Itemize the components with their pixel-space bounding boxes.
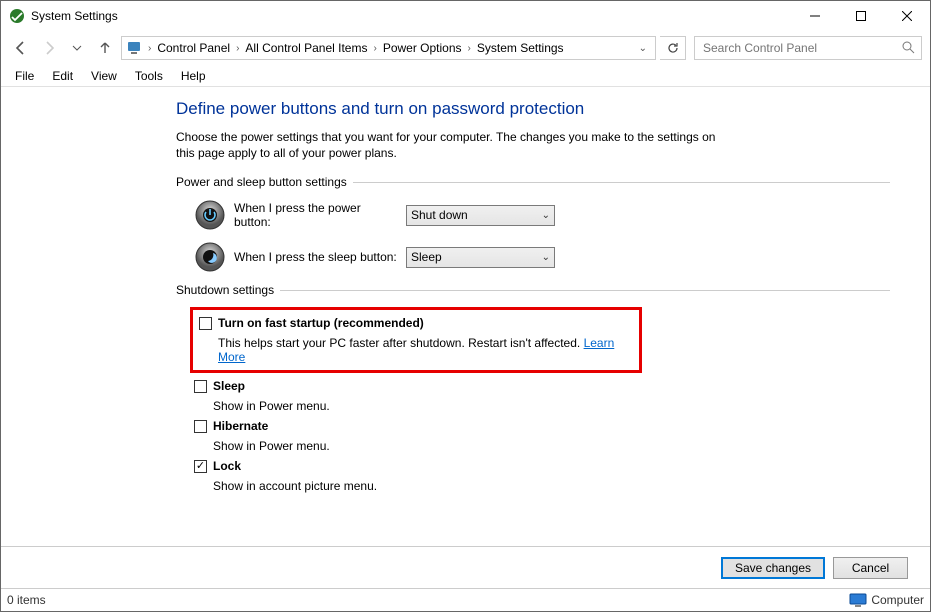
chevron-down-icon: ⌄ [542,210,550,221]
search-box[interactable] [694,36,922,60]
cancel-button[interactable]: Cancel [833,557,908,579]
lock-option-desc: Show in account picture menu. [213,479,890,493]
status-item-count: 0 items [7,593,46,607]
fast-startup-title: Turn on fast startup (recommended) [218,316,424,330]
highlighted-option: Turn on fast startup (recommended) This … [190,307,642,373]
power-button-select[interactable]: Shut down⌄ [406,205,555,226]
nav-row: › Control Panel › All Control Panel Item… [1,31,930,65]
breadcrumb-item[interactable]: All Control Panel Items [245,41,367,55]
sleep-checkbox[interactable] [194,380,207,393]
save-changes-button[interactable]: Save changes [721,557,825,579]
divider [280,290,890,291]
menu-help[interactable]: Help [173,66,214,86]
status-computer: Computer [849,593,924,607]
page-title: Define power buttons and turn on passwor… [176,99,890,119]
app-icon [9,8,25,24]
status-bar: 0 items Computer [1,588,930,611]
chevron-right-icon: › [234,43,241,54]
nav-back-button[interactable] [9,36,33,60]
menu-bar: File Edit View Tools Help [1,65,930,87]
search-icon [901,40,915,57]
refresh-button[interactable] [660,36,686,60]
page-description: Choose the power settings that you want … [176,129,736,161]
power-button-label: When I press the power button: [234,201,398,229]
divider [353,182,890,183]
window-title: System Settings [31,9,792,23]
breadcrumb-item[interactable]: Power Options [383,41,462,55]
close-button[interactable] [884,1,930,31]
hibernate-option-title: Hibernate [213,419,268,433]
control-panel-icon [126,40,142,56]
footer-button-row: Save changes Cancel [1,546,930,588]
lock-checkbox[interactable] [194,460,207,473]
breadcrumb-item[interactable]: Control Panel [157,41,230,55]
titlebar: System Settings [1,1,930,31]
lock-option-title: Lock [213,459,241,473]
chevron-down-icon: ⌄ [542,252,550,263]
menu-tools[interactable]: Tools [127,66,171,86]
chevron-right-icon: › [146,43,153,54]
search-input[interactable] [701,40,901,56]
menu-edit[interactable]: Edit [44,66,81,86]
sleep-button-label: When I press the sleep button: [234,250,398,264]
minimize-button[interactable] [792,1,838,31]
section-shutdown-label: Shutdown settings [176,283,274,297]
menu-file[interactable]: File [7,66,42,86]
address-dropdown[interactable]: ⌄ [635,43,651,54]
section-power-sleep-label: Power and sleep button settings [176,175,347,189]
maximize-button[interactable] [838,1,884,31]
chevron-right-icon: › [466,43,473,54]
sleep-button-icon [194,241,226,273]
chevron-right-icon: › [371,43,378,54]
fast-startup-desc: This helps start your PC faster after sh… [218,336,629,364]
monitor-icon [849,593,867,607]
content-pane: Define power buttons and turn on passwor… [1,87,930,546]
hibernate-option-desc: Show in Power menu. [213,439,890,453]
nav-forward-button[interactable] [37,36,61,60]
breadcrumb-item[interactable]: System Settings [477,41,564,55]
nav-up-button[interactable] [93,36,117,60]
power-button-icon [194,199,226,231]
fast-startup-checkbox[interactable] [199,317,212,330]
hibernate-checkbox[interactable] [194,420,207,433]
sleep-button-select[interactable]: Sleep⌄ [406,247,555,268]
sleep-option-desc: Show in Power menu. [213,399,890,413]
breadcrumb-bar[interactable]: › Control Panel › All Control Panel Item… [121,36,656,60]
sleep-option-title: Sleep [213,379,245,393]
menu-view[interactable]: View [83,66,125,86]
nav-recent-dropdown[interactable] [65,36,89,60]
